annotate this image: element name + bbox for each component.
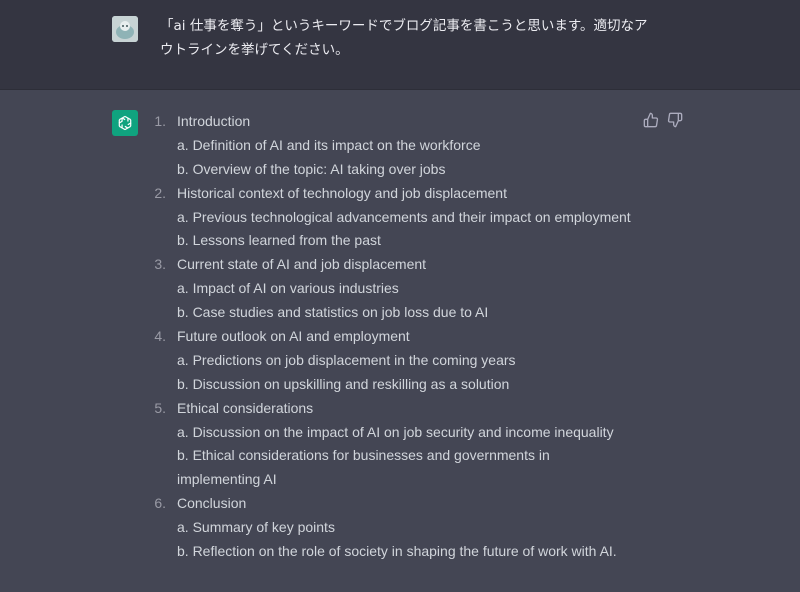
thumbs-up-icon[interactable]: [643, 112, 659, 128]
outline-subitem-row: b. Discussion on upskilling and reskilli…: [148, 373, 648, 397]
outline-section: 1. Introduction: [148, 110, 648, 134]
outline-section: 4. Future outlook on AI and employment: [148, 325, 648, 349]
outline-subitem: implementing AI: [177, 471, 277, 488]
openai-logo-icon: [112, 110, 138, 136]
outline-section-number: 2.: [154, 184, 166, 201]
outline-subitem: b. Ethical considerations for businesses…: [177, 447, 550, 464]
outline-subitem: a. Summary of key points: [177, 519, 335, 536]
outline-section: 3. Current state of AI and job displaceme…: [148, 253, 648, 277]
outline-subitem-row: b. Ethical considerations for businesses…: [148, 444, 648, 468]
outline-subitem: b. Discussion on upskilling and reskilli…: [177, 375, 510, 392]
outline-section-title: Ethical considerations: [177, 399, 314, 416]
outline-subitem: b. Lessons learned from the past: [177, 232, 381, 249]
outline-subitem-row: b. Reflection on the role of society in …: [148, 540, 648, 564]
outline-subitem: a. Impact of AI on various industries: [177, 280, 399, 297]
outline-subitem-row: a. Predictions on job displacement in th…: [148, 349, 648, 373]
outline-subitem-row: b. Case studies and statistics on job lo…: [148, 301, 648, 325]
outline-section: 2. Historical context of technology and j…: [148, 182, 648, 206]
outline-section-title: Future outlook on AI and employment: [177, 328, 410, 345]
outline-section-number: 5.: [154, 399, 166, 416]
outline-section-number: 6.: [154, 495, 166, 512]
user-message: 「ai 仕事を奪う」というキーワードでブログ記事を書こうと思います。適切なアウト…: [0, 0, 800, 90]
outline-subitem: b. Reflection on the role of society in …: [177, 543, 617, 560]
outline-section-number: 4.: [154, 328, 166, 345]
outline-section-number: 1.: [154, 113, 166, 129]
outline-section-title: Current state of AI and job displacement: [177, 256, 427, 273]
thumbs-down-icon[interactable]: [667, 112, 683, 128]
outline-subitem-row: a. Summary of key points: [148, 516, 648, 540]
outline-list: 1. Introduction a. Definition of AI and it…: [148, 110, 648, 564]
outline-section-title: Historical context of technology and job…: [177, 184, 507, 201]
outline-subitem-row: b. Overview of the topic: AI taking over…: [148, 158, 648, 182]
outline-section-title: Introduction: [177, 113, 251, 129]
feedback-buttons: [643, 112, 683, 128]
outline-subitem: a. Definition of AI and its impact on th…: [177, 136, 481, 153]
outline-subitem-row: b. Lessons learned from the past: [148, 229, 648, 253]
outline-subitem: a. Discussion on the impact of AI on job…: [177, 423, 614, 440]
outline-subitem-row: a. Previous technological advancements a…: [148, 206, 648, 230]
user-avatar-icon: [112, 16, 138, 42]
outline-subitem-row: implementing AI: [148, 468, 648, 492]
outline-section-title: Conclusion: [177, 495, 247, 512]
outline-section-number: 3.: [154, 256, 166, 273]
outline-section: 6. Conclusion: [148, 492, 648, 516]
outline-subitem: b. Overview of the topic: AI taking over…: [177, 160, 446, 177]
outline-subitem-row: a. Impact of AI on various industries: [148, 277, 648, 301]
outline-subitem: a. Predictions on job displacement in th…: [177, 351, 516, 368]
outline-section: 5. Ethical considerations: [148, 397, 648, 421]
outline-subitem: b. Case studies and statistics on job lo…: [177, 304, 489, 321]
outline-subitem-row: a. Discussion on the impact of AI on job…: [148, 421, 648, 445]
outline-subitem: a. Previous technological advancements a…: [177, 208, 631, 225]
outline-subitem-row: a. Definition of AI and its impact on th…: [148, 134, 648, 158]
user-message-text: 「ai 仕事を奪う」というキーワードでブログ記事を書こうと思います。適切なアウト…: [160, 18, 648, 58]
assistant-message: 1. Introduction a. Definition of AI and it…: [0, 90, 800, 592]
